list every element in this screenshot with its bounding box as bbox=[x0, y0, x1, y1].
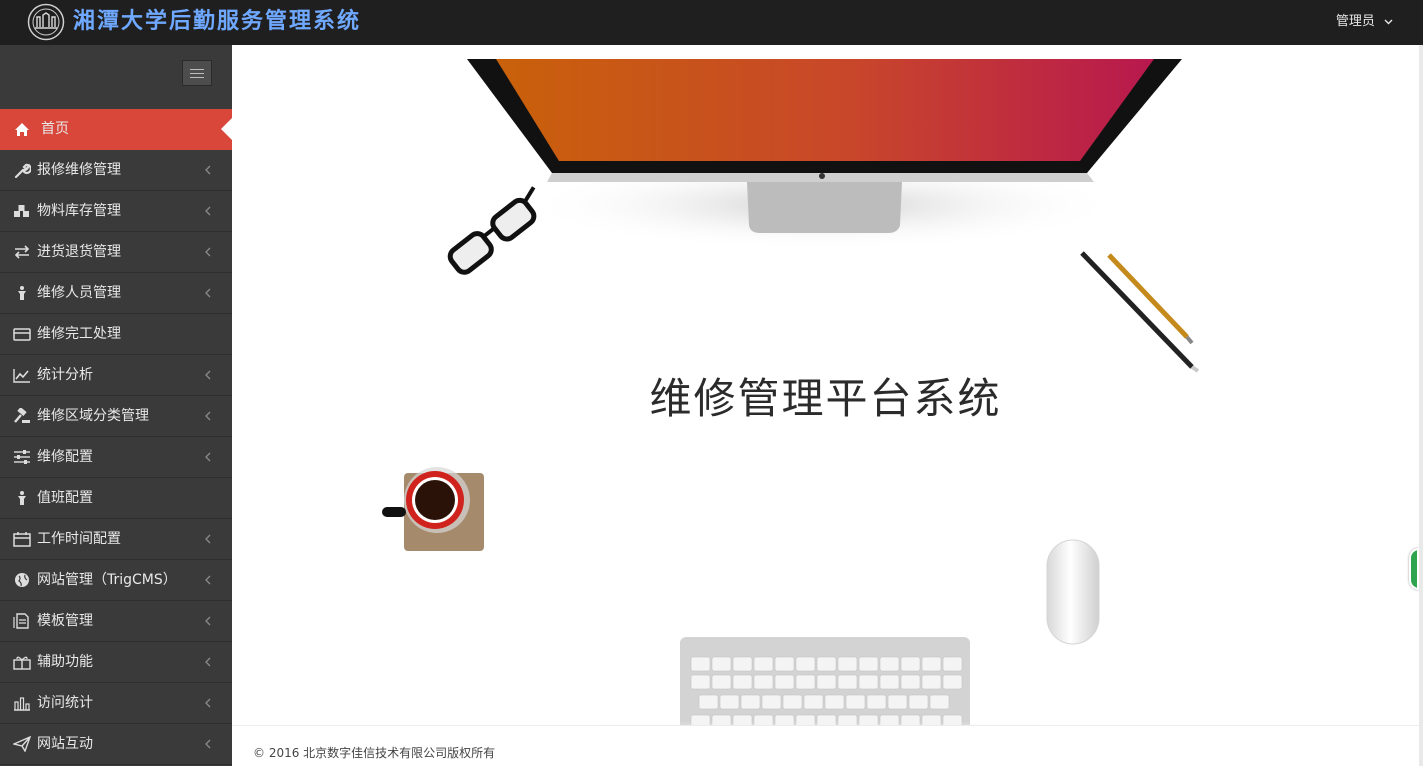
chevron-left-icon bbox=[205, 411, 211, 421]
exchange-icon bbox=[14, 245, 30, 259]
chevron-left-icon bbox=[205, 247, 211, 257]
university-seal-logo bbox=[27, 3, 65, 41]
sidebar-item-label: 进货退货管理 bbox=[37, 244, 121, 260]
user-name: 管理员 bbox=[1335, 14, 1375, 29]
sidebar-item-label: 工作时间配置 bbox=[37, 531, 121, 547]
gift-icon bbox=[13, 656, 31, 670]
sidebar-item[interactable]: 访问统计 bbox=[0, 683, 232, 724]
user-menu[interactable]: 管理员 bbox=[1336, 13, 1393, 31]
chevron-left-icon bbox=[205, 739, 211, 749]
sidebar-item-label: 维修人员管理 bbox=[37, 285, 121, 301]
chevron-left-icon bbox=[205, 206, 211, 216]
worker-icon bbox=[18, 286, 26, 300]
line-chart-icon bbox=[13, 369, 30, 383]
main-content: 维修管理平台系统 © 2016 北京数字佳信技术有限公司版权所有 bbox=[232, 45, 1419, 766]
paper-plane-icon bbox=[13, 736, 31, 752]
chevron-left-icon bbox=[205, 657, 211, 667]
cubes-icon bbox=[14, 205, 29, 217]
sidebar-item-label: 访问统计 bbox=[37, 695, 93, 711]
sidebar-item-label: 维修配置 bbox=[37, 449, 93, 465]
bar-chart-icon bbox=[14, 697, 30, 711]
card-icon bbox=[13, 328, 31, 341]
sidebar-item-label: 网站管理（TrigCMS） bbox=[37, 572, 177, 588]
globe-icon bbox=[15, 573, 29, 587]
footer: © 2016 北京数字佳信技术有限公司版权所有 bbox=[232, 725, 1419, 766]
chevron-left-icon bbox=[205, 575, 211, 585]
sidebar-item[interactable]: 维修区域分类管理 bbox=[0, 396, 232, 437]
chevron-left-icon bbox=[205, 698, 211, 708]
app-title: 湘潭大学后勤服务管理系统 bbox=[73, 8, 362, 34]
sidebar-item[interactable]: 值班配置 bbox=[0, 478, 232, 519]
floating-chat-button[interactable] bbox=[1409, 548, 1419, 590]
sidebar-toggle-button[interactable] bbox=[182, 60, 212, 86]
sidebar-item[interactable]: 模板管理 bbox=[0, 601, 232, 642]
chevron-left-icon bbox=[205, 534, 211, 544]
sidebar-item-label: 物料库存管理 bbox=[37, 203, 121, 219]
sidebar-item[interactable]: 物料库存管理 bbox=[0, 191, 232, 232]
sidebar-item[interactable]: 维修完工处理 bbox=[0, 314, 232, 355]
chevron-left-icon bbox=[205, 288, 211, 298]
sliders-icon bbox=[14, 450, 30, 464]
sidebar-item[interactable]: 进货退货管理 bbox=[0, 232, 232, 273]
sidebar-item-label: 网站互动 bbox=[37, 736, 93, 752]
sidebar: 首页报修维修管理 物料库存管理 进货退货管理 维修人员管理 维修完工处理 统计分析维修区域… bbox=[0, 45, 232, 766]
sidebar-item[interactable]: 辅助功能 bbox=[0, 642, 232, 683]
sidebar-item-label: 报修维修管理 bbox=[37, 162, 121, 178]
gavel-icon bbox=[14, 408, 30, 423]
sidebar-item[interactable]: 工作时间配置 bbox=[0, 519, 232, 560]
sidebar-item-label: 模板管理 bbox=[37, 613, 93, 629]
file-icon bbox=[13, 613, 29, 629]
chevron-down-icon bbox=[1384, 19, 1393, 24]
copyright-text: © 2016 北京数字佳信技术有限公司版权所有 bbox=[253, 746, 496, 760]
sidebar-item-label: 维修完工处理 bbox=[37, 326, 121, 342]
chevron-left-icon bbox=[205, 370, 211, 380]
sidebar-item-label: 值班配置 bbox=[37, 490, 93, 506]
sidebar-item[interactable]: 维修人员管理 bbox=[0, 273, 232, 314]
sidebar-item-label: 首页 bbox=[41, 121, 69, 137]
wrench-icon bbox=[14, 163, 31, 178]
sidebar-item[interactable]: 网站互动 bbox=[0, 724, 232, 765]
chevron-left-icon bbox=[205, 616, 211, 626]
hero-title: 维修管理平台系统 bbox=[649, 374, 1002, 423]
worker-icon bbox=[18, 491, 26, 505]
home-icon bbox=[15, 123, 29, 136]
scrollbar[interactable] bbox=[1419, 45, 1423, 766]
sidebar-item[interactable]: 网站管理（TrigCMS） bbox=[0, 560, 232, 601]
sidebar-item[interactable]: 首页 bbox=[0, 109, 232, 150]
sidebar-item-label: 维修区域分类管理 bbox=[37, 408, 149, 424]
sidebar-item[interactable]: 统计分析 bbox=[0, 355, 232, 396]
calendar-icon bbox=[13, 532, 31, 547]
top-bar: 湘潭大学后勤服务管理系统 管理员 bbox=[0, 0, 1423, 45]
sidebar-item-label: 辅助功能 bbox=[37, 654, 93, 670]
sidebar-item[interactable]: 维修配置 bbox=[0, 437, 232, 478]
chevron-left-icon bbox=[205, 452, 211, 462]
sidebar-menu: 首页报修维修管理 物料库存管理 进货退货管理 维修人员管理 维修完工处理 统计分析维修区域… bbox=[0, 109, 232, 765]
sidebar-item-label: 统计分析 bbox=[37, 367, 93, 383]
sidebar-item[interactable]: 报修维修管理 bbox=[0, 150, 232, 191]
chevron-left-icon bbox=[205, 165, 211, 175]
